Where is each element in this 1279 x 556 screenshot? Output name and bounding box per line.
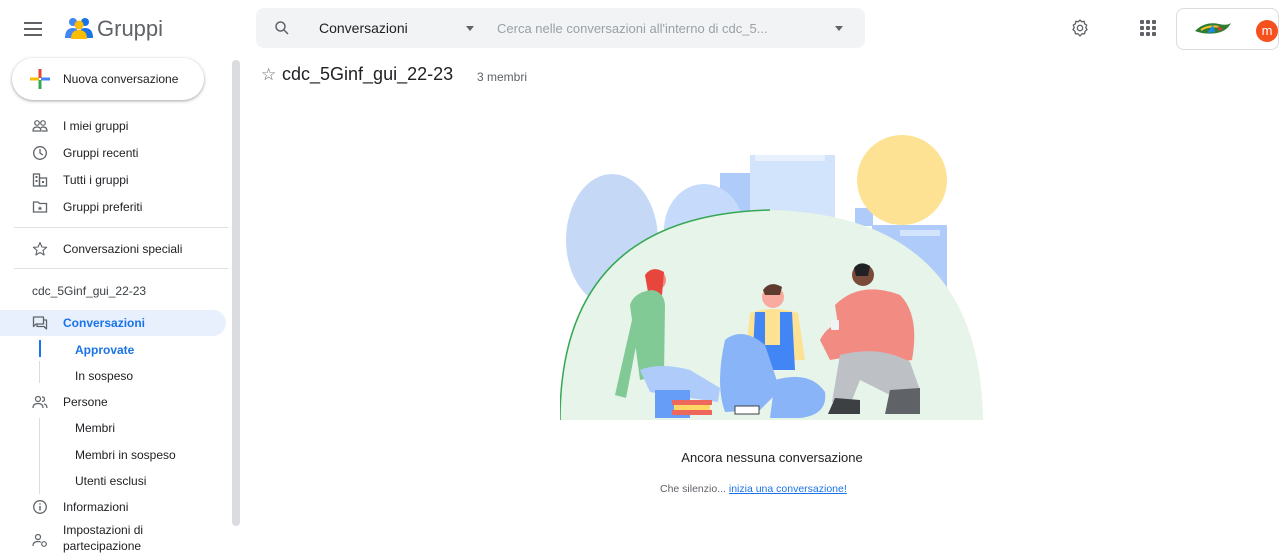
current-group-name[interactable]: cdc_5Ginf_gui_22-23 [32,284,146,298]
nav-label: Tutti i gruppi [63,173,129,187]
nav-label: Gruppi recenti [63,146,139,160]
nav-label: Utenti esclusi [75,474,147,488]
empty-state-subtitle: Che silenzio... inizia una conversazione… [660,483,900,495]
nav-label: Conversazioni [63,316,146,330]
nav-my-groups[interactable]: I miei gruppi [0,113,226,139]
nav-all-groups[interactable]: Tutti i gruppi [0,167,226,193]
star-outline-icon [32,241,48,256]
nav-banned-users[interactable]: Utenti esclusi [0,468,226,494]
nav-label: Gruppi preferiti [63,200,143,214]
account-avatar[interactable]: m [1256,20,1278,42]
nav-label: In sospeso [75,369,134,383]
search-input[interactable] [497,14,827,42]
nav-label: Approvate [75,343,135,357]
nav-people[interactable]: Persone [0,389,226,415]
plus-icon [30,69,50,89]
people-icon [32,395,48,409]
nav-label: Informazioni [63,500,129,514]
start-conversation-link[interactable]: inizia una conversazione! [729,483,847,495]
app-title[interactable]: Gruppi [97,16,163,42]
star-group-icon[interactable]: ☆ [261,65,276,85]
search-bar: Conversazioni [256,8,865,48]
nav-label: partecipazione [63,539,142,553]
nav-approved[interactable]: Approvate [0,337,226,363]
nav-starred-conversations[interactable]: Conversazioni speciali [0,236,226,262]
account-switcher[interactable]: m [1176,8,1279,50]
nav-pending-members[interactable]: Membri in sospeso [0,442,226,468]
nav-label: Membri in sospeso [75,448,176,462]
organization-logo-icon [1195,23,1231,34]
nav-label: Conversazioni speciali [63,242,183,256]
nav-label: Membri [75,421,116,435]
person-settings-icon [32,533,47,547]
nav-pending[interactable]: In sospeso [0,363,226,389]
people-outline-icon [32,120,48,132]
nav-about[interactable]: Informazioni [0,494,226,520]
empty-state-illustration [560,135,983,421]
search-scope-select[interactable]: Conversazioni [319,8,489,48]
divider [14,227,228,228]
empty-state-title: Ancora nessuna conversazione [681,450,863,465]
search-icon[interactable] [273,19,291,37]
sidebar: Nuova conversazione I miei gruppi Gruppi… [0,56,240,555]
divider [14,268,228,269]
nav-recent-groups[interactable]: Gruppi recenti [0,140,226,166]
scope-dropdown-icon[interactable] [466,26,474,31]
nav-members[interactable]: Membri [0,415,226,441]
main-menu-icon[interactable] [24,22,42,36]
nav-membership-settings[interactable]: Impostazioni di partecipazione [0,522,226,556]
nav-conversations[interactable]: Conversazioni [0,310,226,336]
nav-label: Persone [63,395,108,409]
top-app-bar: Gruppi Conversazioni m [0,0,1279,64]
group-title: cdc_5Ginf_gui_22-23 [282,64,454,84]
new-conversation-label: Nuova conversazione [63,72,179,86]
search-options-dropdown-icon[interactable] [835,26,843,31]
nav-label: Impostazioni di [63,523,144,537]
forum-icon [32,316,48,330]
empty-state-prefix: Che silenzio... [660,483,726,495]
nav-label: I miei gruppi [63,119,129,133]
info-icon [33,500,47,514]
sidebar-scrollbar[interactable] [232,60,240,526]
new-conversation-button[interactable]: Nuova conversazione [12,58,204,100]
members-count[interactable]: 3 membri [477,70,527,84]
buildings-icon [32,173,48,187]
google-apps-grid-icon[interactable] [1140,20,1156,36]
clock-icon [33,146,47,160]
nav-favorite-groups[interactable]: Gruppi preferiti [0,194,226,220]
folder-star-icon [32,201,48,213]
settings-gear-icon[interactable] [1070,18,1090,38]
groups-logo-icon[interactable] [64,16,94,40]
